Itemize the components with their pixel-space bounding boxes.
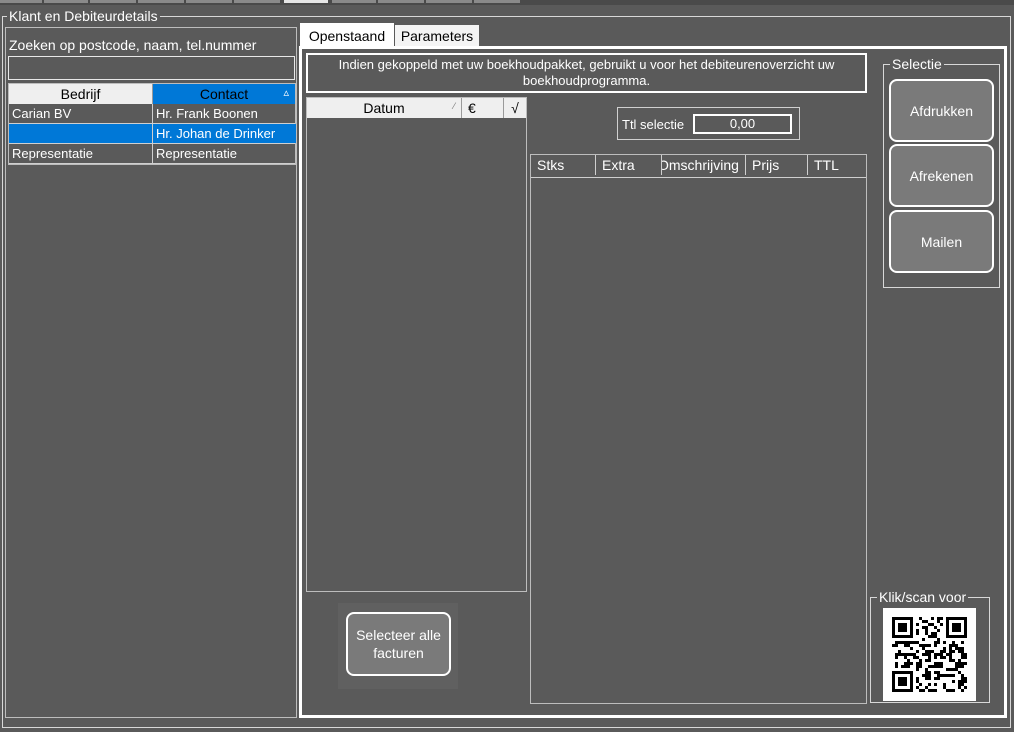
sort-indicator-icon: ⁄ xyxy=(453,101,455,111)
top-toolbar-strip xyxy=(0,0,1014,5)
qr-code[interactable] xyxy=(883,608,976,701)
print-button[interactable]: Afdrukken xyxy=(889,79,994,142)
cell-contact: Representatie xyxy=(156,146,237,161)
search-input[interactable] xyxy=(8,56,295,80)
button-label: Afdrukken xyxy=(909,102,974,119)
tab-label: Openstaand xyxy=(308,28,386,44)
column-header-stks[interactable]: Stks xyxy=(531,155,596,175)
customer-grid: Bedrijf Contact ▵ Carian BV Hr. Frank Bo… xyxy=(8,83,296,165)
group-title: Klant en Debiteurdetails xyxy=(7,8,160,24)
sort-ascending-icon: ▵ xyxy=(283,87,289,99)
toolbar-segment xyxy=(0,0,42,3)
cell-bedrijf: Representatie xyxy=(9,144,153,163)
column-header-label: Bedrijf xyxy=(60,86,101,102)
toolbar-segment xyxy=(332,0,376,3)
selectie-title: Selectie xyxy=(890,56,944,72)
column-header-datum[interactable]: Datum ⁄ xyxy=(307,98,462,118)
cell-contact: Hr. Johan de Drinker xyxy=(153,124,296,143)
total-selection-box: Ttl selectie 0,00 xyxy=(617,107,800,140)
toolbar-segment xyxy=(186,0,232,3)
column-header-contact[interactable]: Contact ▵ xyxy=(153,84,295,104)
tab-label: Parameters xyxy=(400,28,474,44)
column-header-label: € xyxy=(468,100,476,116)
toolbar-segment xyxy=(234,0,280,3)
search-label: Zoeken op postcode, naam, tel.nummer xyxy=(9,37,257,53)
toolbar-segment xyxy=(474,0,520,3)
cell-bedrijf xyxy=(9,124,153,143)
cell-contact: Hr. Frank Boonen xyxy=(156,106,258,121)
toolbar-segment xyxy=(426,0,472,3)
total-value-field: 0,00 xyxy=(693,114,792,134)
qr-title: Klik/scan voor xyxy=(877,589,969,605)
column-header-prijs[interactable]: Prijs xyxy=(746,155,808,175)
invoice-lines-grid: Stks Extra Omschrijving Prijs TTL xyxy=(530,154,867,704)
column-header-check[interactable]: √ xyxy=(504,98,526,118)
toolbar-segment xyxy=(284,0,328,3)
checkout-button[interactable]: Afrekenen xyxy=(889,144,994,207)
column-header-label: Contact xyxy=(199,86,249,102)
button-label: Mailen xyxy=(920,233,963,250)
total-label: Ttl selectie xyxy=(622,117,685,132)
button-label: Afrekenen xyxy=(909,167,974,184)
column-header-omschrijving[interactable]: Omschrijving xyxy=(662,155,746,175)
column-header-label: Datum xyxy=(363,100,405,116)
table-row[interactable]: Carian BV Hr. Frank Boonen xyxy=(9,104,295,124)
tab-parameters[interactable]: Parameters xyxy=(395,25,479,47)
column-header-ttl[interactable]: TTL xyxy=(808,155,866,175)
toolbar-segment xyxy=(90,0,136,3)
column-header-bedrijf[interactable]: Bedrijf xyxy=(9,84,153,104)
cell-bedrijf: Carian BV xyxy=(9,104,153,123)
qr-code-image xyxy=(892,617,967,692)
column-header-euro[interactable]: € xyxy=(462,98,504,118)
invoice-grid: Datum ⁄ € √ xyxy=(306,97,527,592)
toolbar-segment xyxy=(138,0,184,3)
select-all-invoices-button[interactable]: Selecteer alle facturen xyxy=(346,612,451,676)
column-header-label: √ xyxy=(511,100,519,116)
mail-button[interactable]: Mailen xyxy=(889,210,994,273)
tab-openstaand[interactable]: Openstaand xyxy=(300,23,394,48)
table-row[interactable]: Representatie Representatie xyxy=(9,144,295,164)
info-message: Indien gekoppeld met uw boekhoudpakket, … xyxy=(306,53,867,93)
column-header-extra[interactable]: Extra xyxy=(596,155,662,175)
table-row-selected[interactable]: Hr. Johan de Drinker xyxy=(9,124,296,144)
toolbar-segment xyxy=(44,0,88,3)
toolbar-segment xyxy=(378,0,424,3)
button-label: Selecteer alle facturen xyxy=(356,627,441,661)
